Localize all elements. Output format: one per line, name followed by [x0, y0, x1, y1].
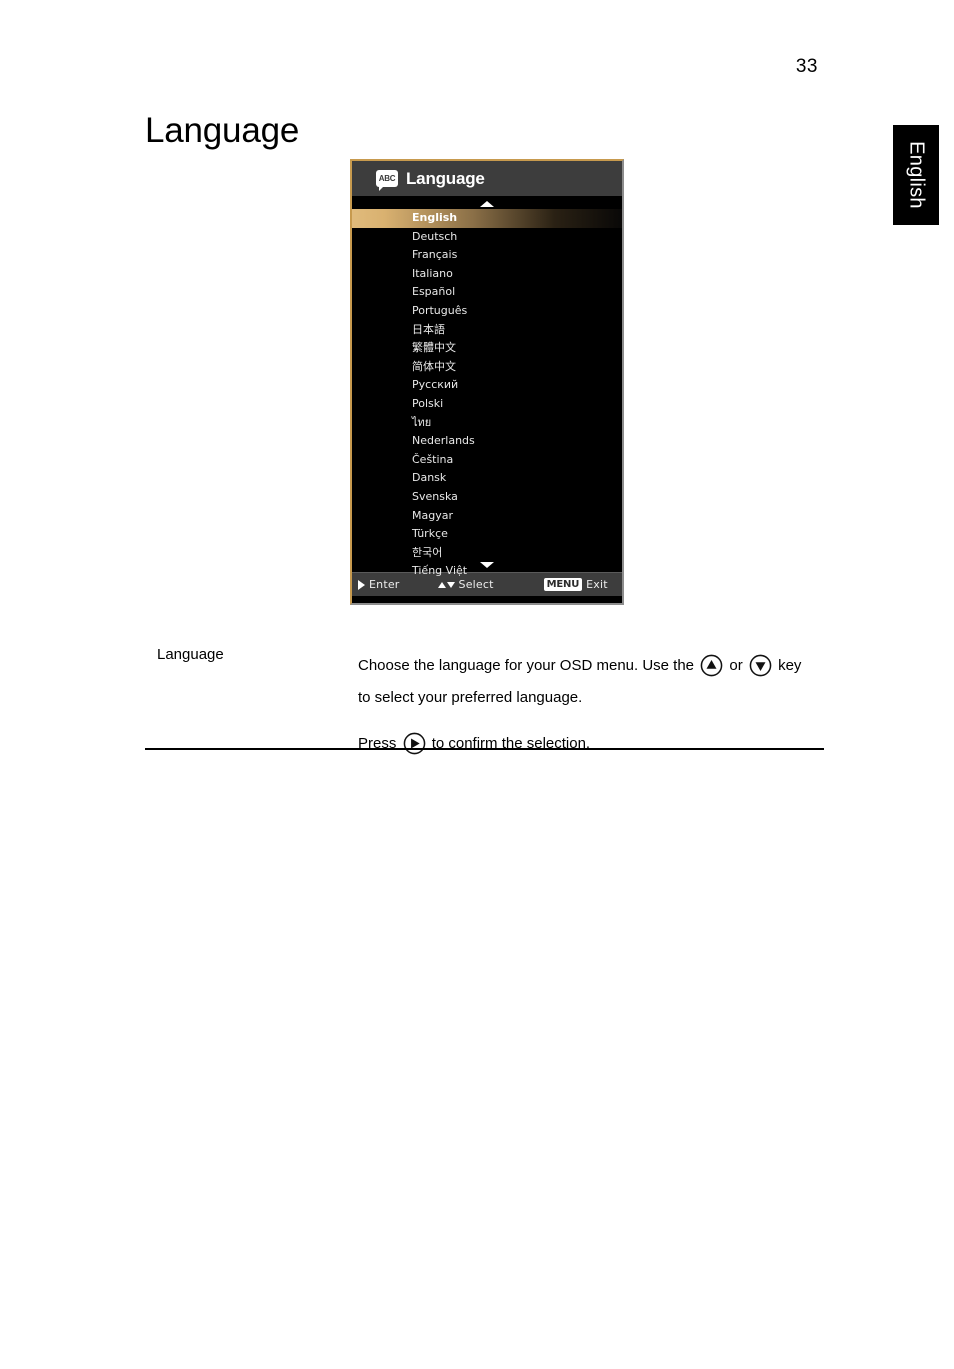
language-option[interactable]: 日本語 [352, 321, 622, 340]
abc-speech-bubble-icon: ABC [376, 170, 398, 191]
down-key-icon [749, 654, 772, 677]
language-option[interactable]: Čeština [352, 451, 622, 470]
side-tab-label: English [905, 141, 928, 209]
language-option[interactable]: 简体中文 [352, 358, 622, 377]
description-line1-text: Choose the language for your OSD menu. U… [358, 657, 695, 674]
osd-body: English Deutsch Français Italiano Español Por… [352, 196, 622, 577]
triangle-up-icon[interactable] [352, 197, 622, 209]
description-paragraph-1: Choose the language for your OSD menu. U… [358, 650, 818, 714]
language-option[interactable]: ไทย [352, 414, 622, 433]
side-tab-english: English [893, 125, 939, 225]
up-key-icon [700, 654, 723, 677]
language-option[interactable]: Magyar [352, 507, 622, 526]
page-number: 33 [795, 56, 818, 77]
page-title: Language [145, 111, 300, 150]
language-option[interactable]: Türkçe [352, 525, 622, 544]
language-option[interactable]: Русский [352, 376, 622, 395]
abc-icon-label: ABC [378, 173, 396, 183]
language-option[interactable]: Dansk [352, 469, 622, 488]
description-paragraph-2: Press to confirm the selection. [358, 728, 818, 760]
osd-titlebar: ABC Language [352, 161, 622, 196]
language-option[interactable]: Italiano [352, 265, 622, 284]
osd-menu-panel: ABC Language English Deutsch Français Itali… [350, 159, 624, 605]
triangle-down-icon[interactable] [352, 558, 622, 570]
language-list[interactable]: English Deutsch Français Italiano Español Por… [352, 209, 622, 581]
language-option[interactable]: Polski [352, 395, 622, 414]
language-option[interactable]: 繁體中文 [352, 339, 622, 358]
language-option[interactable]: Español [352, 283, 622, 302]
section-divider [145, 748, 824, 750]
triangle-down-icon [446, 581, 455, 588]
language-option[interactable]: Nederlands [352, 432, 622, 451]
language-option[interactable]: Français [352, 246, 622, 265]
triangle-up-icon [437, 581, 446, 588]
language-option[interactable]: Português [352, 302, 622, 321]
language-option[interactable]: Svenska [352, 488, 622, 507]
osd-title: Language [406, 168, 485, 188]
description-or-label: or [729, 657, 743, 674]
right-key-icon [403, 732, 426, 755]
description-body: Choose the language for your OSD menu. U… [358, 650, 818, 760]
language-option[interactable]: Deutsch [352, 228, 622, 247]
triangle-right-icon [358, 579, 365, 590]
description-term: Language [157, 646, 224, 663]
language-option[interactable]: English [352, 209, 622, 228]
